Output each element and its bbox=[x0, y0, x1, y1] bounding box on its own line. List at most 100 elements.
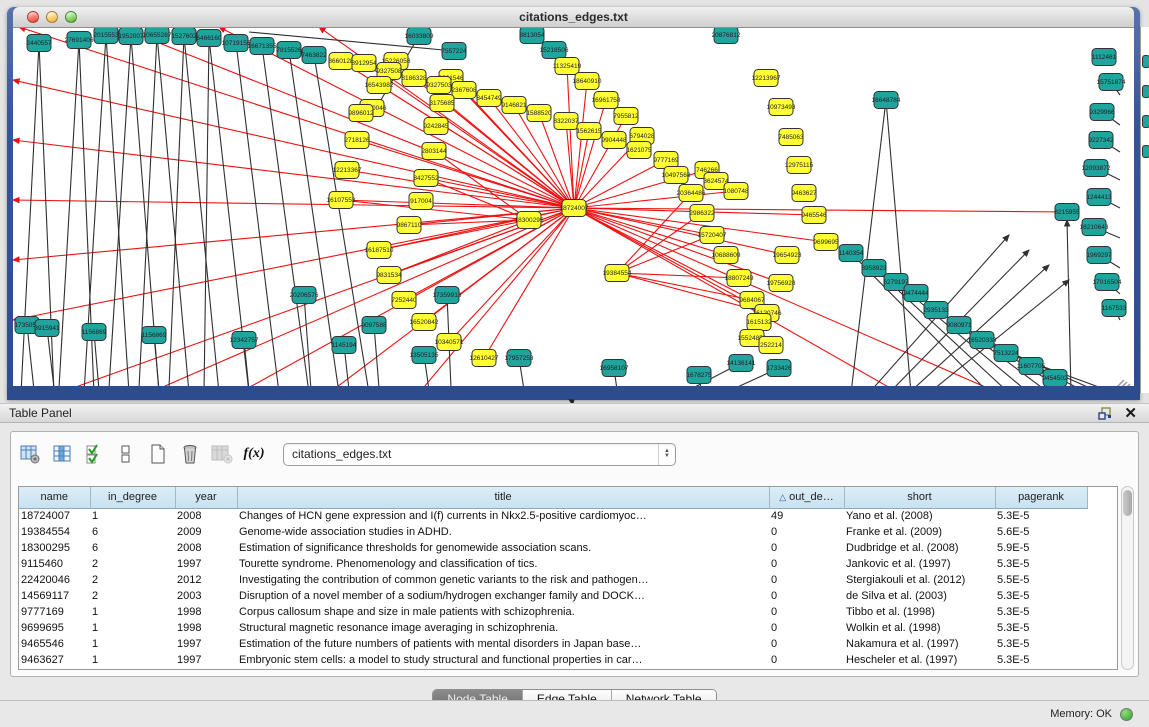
table-select-dropdown[interactable]: citations_edges.txt ▲▼ bbox=[283, 443, 676, 466]
graph-node[interactable]: 10688609 bbox=[712, 247, 741, 264]
graph-node[interactable]: 1156869 bbox=[82, 324, 107, 341]
graph-node[interactable]: 12975115 bbox=[785, 157, 814, 174]
graph-node[interactable]: 8813054 bbox=[519, 28, 545, 44]
graph-node[interactable]: 16961758 bbox=[592, 92, 621, 109]
graph-node[interactable]: 17957253 bbox=[505, 350, 534, 367]
graph-node[interactable]: 16543982 bbox=[365, 77, 394, 94]
table-row[interactable]: 1830029562008Estimation of significance … bbox=[19, 540, 1087, 556]
graph-node[interactable]: 7513224 bbox=[993, 345, 1019, 362]
graph-node[interactable]: 19756928 bbox=[767, 275, 796, 292]
float-panel-icon[interactable] bbox=[1098, 407, 1112, 420]
graph-node[interactable]: 7955812 bbox=[613, 108, 639, 125]
table-scrollbar[interactable] bbox=[1121, 486, 1134, 670]
graph-node[interactable]: 9327503 bbox=[426, 77, 452, 94]
graph-node[interactable]: 10497568 bbox=[662, 167, 691, 184]
graph-node[interactable]: 14136141 bbox=[727, 355, 756, 372]
graph-node[interactable]: 8958923 bbox=[861, 260, 887, 277]
graph-node[interactable]: 1145194 bbox=[332, 337, 357, 354]
delete-column-icon[interactable] bbox=[179, 443, 201, 465]
graph-node[interactable]: 19654923 bbox=[773, 247, 802, 264]
graph-node[interactable]: 9896012 bbox=[348, 105, 374, 122]
select-all-icon[interactable] bbox=[83, 443, 105, 465]
table-row[interactable]: 1456911722003Disruption of a novel membe… bbox=[19, 588, 1087, 604]
graph-node[interactable]: 6466160 bbox=[196, 30, 222, 47]
graph-node[interactable]: 10340571 bbox=[435, 334, 464, 351]
graph-node[interactable]: 9474444 bbox=[903, 285, 929, 302]
close-panel-icon[interactable]: ✕ bbox=[1124, 406, 1137, 421]
graph-node[interactable]: 8427552 bbox=[413, 170, 439, 187]
graph-node[interactable]: 1244413 bbox=[1086, 189, 1112, 206]
graph-node[interactable]: 8912954 bbox=[351, 55, 377, 72]
graph-node[interactable]: 16187510 bbox=[365, 242, 394, 259]
graph-node[interactable]: 10719155 bbox=[222, 35, 251, 52]
network-view[interactable]: 2440557276914062015553195200710655287152… bbox=[13, 28, 1134, 386]
graph-node[interactable]: 20364486 bbox=[677, 185, 706, 202]
graph-node[interactable]: 2935133 bbox=[923, 302, 949, 319]
graph-node[interactable]: 17359913 bbox=[433, 287, 462, 304]
column-header[interactable]: △out_de… bbox=[769, 487, 844, 508]
graph-node[interactable]: 16958107 bbox=[600, 360, 629, 377]
graph-node[interactable]: 9329966 bbox=[1089, 104, 1115, 121]
table-row[interactable]: 1872400712008Changes of HCN gene express… bbox=[19, 508, 1087, 524]
graph-node[interactable]: 1588520 bbox=[526, 105, 552, 122]
graph-node[interactable]: 27691406 bbox=[65, 32, 94, 49]
deselect-all-icon[interactable] bbox=[115, 443, 137, 465]
graph-node[interactable]: 2440557 bbox=[26, 35, 52, 52]
graph-node[interactable]: 12610427 bbox=[470, 350, 499, 367]
column-header[interactable]: name bbox=[19, 487, 90, 508]
graph-node[interactable]: 1112461 bbox=[1092, 49, 1117, 66]
graph-node[interactable]: 9699695 bbox=[813, 234, 839, 251]
graph-node[interactable]: 2803144 bbox=[421, 143, 447, 160]
graph-node[interactable]: 2015553 bbox=[93, 28, 119, 44]
graph-node[interactable]: 2718126 bbox=[344, 132, 370, 149]
table-row[interactable]: 946362711997Embryonic stem cells: a mode… bbox=[19, 652, 1087, 668]
show-columns-icon[interactable] bbox=[51, 443, 73, 465]
graph-node[interactable]: 13505135 bbox=[410, 347, 439, 364]
graph-node[interactable]: 18724007 bbox=[560, 200, 589, 217]
scrollbar-thumb[interactable] bbox=[1123, 490, 1132, 516]
table-row[interactable]: 977716911998Corpus callosum shape and si… bbox=[19, 604, 1087, 620]
graph-node[interactable]: 9242845 bbox=[423, 118, 449, 135]
table-row[interactable]: 1938455462009Genome-wide association stu… bbox=[19, 524, 1087, 540]
graph-node[interactable]: 12213967 bbox=[752, 70, 781, 87]
graph-node[interactable]: 7252440 bbox=[391, 292, 417, 309]
graph-node[interactable]: 1167533 bbox=[1102, 300, 1127, 317]
graph-node[interactable]: 8215955 bbox=[1054, 204, 1080, 221]
graph-node[interactable]: 11325419 bbox=[553, 58, 582, 75]
graph-node[interactable]: 1733426 bbox=[766, 360, 792, 377]
graph-node[interactable]: 16520842 bbox=[410, 314, 439, 331]
resize-grip-icon[interactable] bbox=[1112, 380, 1130, 386]
graph-node[interactable]: 20206576 bbox=[290, 287, 319, 304]
graph-node[interactable]: 1615132 bbox=[746, 314, 772, 331]
graph-node[interactable]: 2986322 bbox=[689, 205, 715, 222]
graph-node[interactable]: 10655287 bbox=[143, 28, 172, 44]
graph-node[interactable]: 16648784 bbox=[872, 92, 901, 109]
column-header[interactable]: title bbox=[237, 487, 769, 508]
network-window-titlebar[interactable]: citations_edges.txt bbox=[13, 7, 1134, 28]
graph-node[interactable]: 9465546 bbox=[801, 207, 827, 224]
graph-node[interactable]: 7485063 bbox=[778, 129, 804, 146]
column-header[interactable]: pagerank bbox=[995, 487, 1087, 508]
graph-node[interactable]: 18807249 bbox=[725, 270, 754, 287]
table-mode-icon[interactable] bbox=[19, 443, 41, 465]
new-column-icon[interactable] bbox=[147, 443, 169, 465]
graph-node[interactable]: 16107553 bbox=[327, 192, 356, 209]
graph-node[interactable]: 20876812 bbox=[712, 28, 741, 44]
graph-node[interactable]: 1156869 bbox=[142, 327, 167, 344]
graph-node[interactable]: 8322037 bbox=[553, 113, 579, 130]
graph-node[interactable]: 9867110 bbox=[397, 217, 422, 234]
graph-node[interactable]: 1678275 bbox=[686, 367, 712, 384]
graph-node[interactable]: 16210643 bbox=[1080, 219, 1109, 236]
graph-node[interactable]: 15751874 bbox=[1097, 74, 1126, 91]
memory-status-icon[interactable] bbox=[1120, 708, 1133, 721]
graph-node[interactable]: 9146821 bbox=[501, 97, 527, 114]
table-row[interactable]: 2242004622012Investigating the contribut… bbox=[19, 572, 1087, 588]
table-row[interactable]: 969969511998Structural magnetic resonanc… bbox=[19, 620, 1087, 636]
graph-node[interactable]: 8660128 bbox=[328, 53, 354, 70]
graph-node[interactable]: 917004 bbox=[409, 193, 433, 210]
graph-node[interactable]: 18300295 bbox=[515, 212, 544, 229]
table-row[interactable]: 946554611997Estimation of the future num… bbox=[19, 636, 1087, 652]
column-header[interactable]: year bbox=[175, 487, 237, 508]
graph-node[interactable]: 1080748 bbox=[723, 183, 749, 200]
graph-node[interactable]: 12093872 bbox=[1082, 160, 1111, 177]
